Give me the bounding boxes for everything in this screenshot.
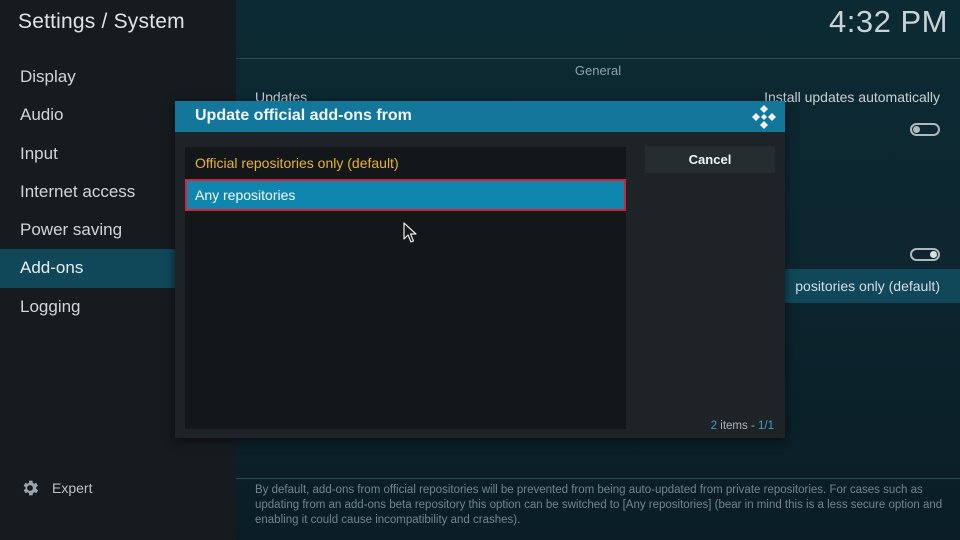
setting-value: positories only (default) [795, 278, 940, 294]
dialog-header: Update official add-ons from [175, 101, 785, 132]
page-title: Settings / System [18, 10, 185, 33]
expert-label: Expert [52, 480, 93, 496]
item-count: 2 items - 1/1 [711, 420, 774, 432]
item-count-separator: - [750, 420, 755, 432]
sidebar-item-display[interactable]: Display [0, 58, 236, 96]
clock: 4:32 PM [829, 4, 948, 39]
divider [236, 58, 960, 59]
toggle-switch[interactable] [910, 248, 940, 261]
select-dialog: Update official add-ons from Official re… [175, 101, 785, 438]
divider [236, 478, 960, 479]
cancel-button[interactable]: Cancel [645, 146, 775, 173]
kodi-logo-icon [752, 105, 776, 129]
item-count-page: 1/1 [758, 420, 774, 432]
item-count-word: items [720, 420, 748, 432]
list-item-official-repositories[interactable]: Official repositories only (default) [185, 147, 626, 179]
gear-icon [23, 480, 39, 496]
toggle-knob [930, 251, 937, 258]
setting-updates-value[interactable]: Install updates automatically [764, 89, 940, 105]
expert-level-button[interactable]: Expert [20, 478, 92, 498]
dialog-title: Update official add-ons from [195, 107, 412, 124]
section-label: General [574, 63, 622, 78]
toggle-switch[interactable] [910, 123, 940, 136]
setting-description: By default, add-ons from official reposi… [255, 484, 943, 526]
list-item-any-repositories[interactable]: Any repositories [185, 179, 626, 211]
mouse-pointer-icon [403, 222, 417, 243]
options-list: Official repositories only (default) Any… [185, 147, 626, 429]
toggle-knob [913, 126, 920, 133]
setting-update-official-addons-from[interactable]: positories only (default) [784, 269, 960, 303]
item-count-number: 2 [710, 420, 718, 432]
